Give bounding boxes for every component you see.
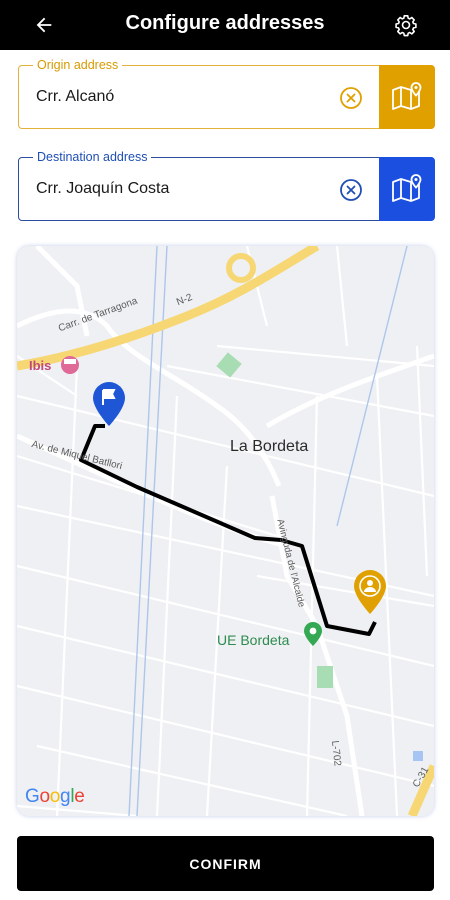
destination-address-value[interactable]: Crr. Joaquín Costa <box>36 180 169 198</box>
origin-address-value[interactable]: Crr. Alcanó <box>36 88 114 106</box>
gear-icon <box>395 15 417 37</box>
origin-clear-button[interactable] <box>339 86 363 110</box>
hotel-icon[interactable] <box>61 356 80 374</box>
poi-label: UE Bordeta <box>217 632 290 648</box>
top-bar: Configure addresses <box>0 0 450 50</box>
route-map[interactable]: N-2 Carr. de Tarragona Av. de Miquel Bat… <box>17 246 434 816</box>
confirm-button[interactable]: CONFIRM <box>17 836 434 891</box>
hotel-label: Ibis <box>29 358 52 373</box>
origin-address-field[interactable]: Origin address Crr. Alcanó <box>18 57 435 129</box>
destination-address-label: Destination address <box>33 149 152 165</box>
origin-map-button[interactable] <box>378 64 435 129</box>
clear-circle-icon <box>340 179 362 201</box>
destination-map-button[interactable] <box>378 156 435 221</box>
destination-clear-button[interactable] <box>339 178 363 202</box>
park-area <box>317 666 333 688</box>
settings-button[interactable] <box>388 8 424 42</box>
map-pin-icon <box>391 81 421 110</box>
destination-address-field[interactable]: Destination address Crr. Joaquín Costa <box>18 149 435 221</box>
water-area <box>413 751 423 761</box>
clear-circle-icon <box>340 87 362 109</box>
google-logo: Google <box>25 786 85 807</box>
page-title: Configure addresses <box>125 12 325 34</box>
origin-address-label: Origin address <box>33 57 123 73</box>
map-pin-icon <box>391 173 421 202</box>
map-canvas[interactable] <box>17 246 434 816</box>
place-label: La Bordeta <box>230 438 309 455</box>
